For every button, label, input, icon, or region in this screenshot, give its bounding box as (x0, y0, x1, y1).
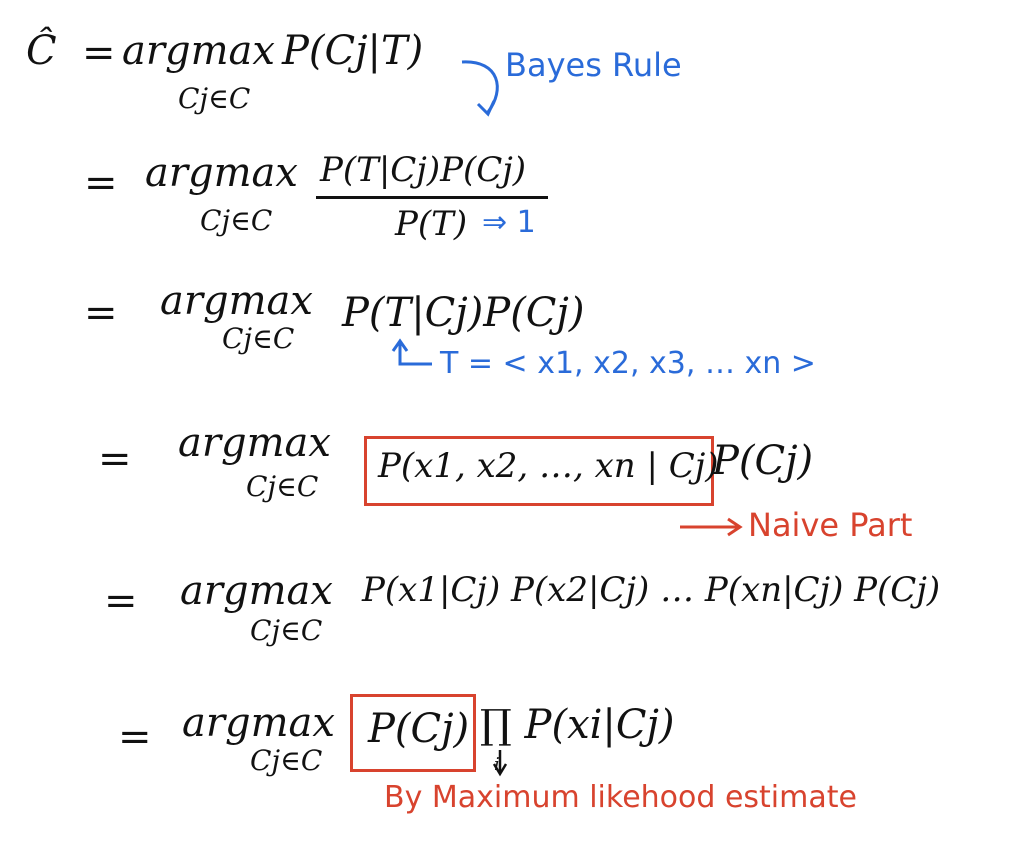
likelihood-prior-expression: P(T|Cj)P(Cj) (342, 290, 585, 336)
equals-sign: = (82, 30, 116, 76)
argmax-subscript: Cj∈C (246, 470, 319, 503)
equals-sign: = (84, 290, 118, 336)
equals-sign: = (98, 436, 132, 482)
argmax-operator: argmax (160, 278, 313, 324)
argmax-operator: argmax (122, 28, 275, 74)
argmax-subscript: Cj∈C (250, 744, 323, 777)
mle-note: By Maximum likehood estimate (384, 780, 857, 815)
prior-expression: P(Cj) (712, 438, 814, 484)
equals-sign: = (118, 714, 152, 760)
fraction-bar (316, 196, 548, 199)
argmax-operator: argmax (180, 568, 333, 614)
argmax-operator: argmax (182, 700, 335, 746)
fraction-denominator: P(T) (395, 204, 468, 244)
product-index: i (494, 754, 500, 775)
c-hat-symbol: Ĉ (26, 28, 57, 74)
argmax-operator: argmax (145, 150, 298, 196)
argmax-operator: argmax (178, 420, 331, 466)
argmax-subscript: Cj∈C (250, 614, 323, 647)
equals-sign: = (84, 160, 118, 206)
argmax-subscript: Cj∈C (200, 204, 273, 237)
feature-vector-note: T = < x1, x2, x3, … xn > (440, 346, 816, 381)
fraction-numerator: P(T|Cj)P(Cj) (320, 150, 527, 190)
joint-likelihood-expression: P(x1, x2, …, xn | Cj) (378, 446, 719, 486)
product-expression: ∏ P(xi|Cj) (480, 702, 675, 748)
factored-likelihood-expression: P(x1|Cj) P(x2|Cj) … P(xn|Cj) P(Cj) (362, 570, 941, 610)
evidence-constant-note: ⇒ 1 (482, 205, 536, 240)
bayes-rule-note: Bayes Rule (505, 46, 682, 84)
posterior-expression: P(Cj|T) (282, 28, 424, 74)
naive-part-note: Naive Part (748, 506, 913, 544)
argmax-subscript: Cj∈C (178, 82, 251, 115)
boxed-prior-expression: P(Cj) (368, 706, 470, 752)
equals-sign: = (104, 578, 138, 624)
argmax-subscript: Cj∈C (222, 322, 295, 355)
